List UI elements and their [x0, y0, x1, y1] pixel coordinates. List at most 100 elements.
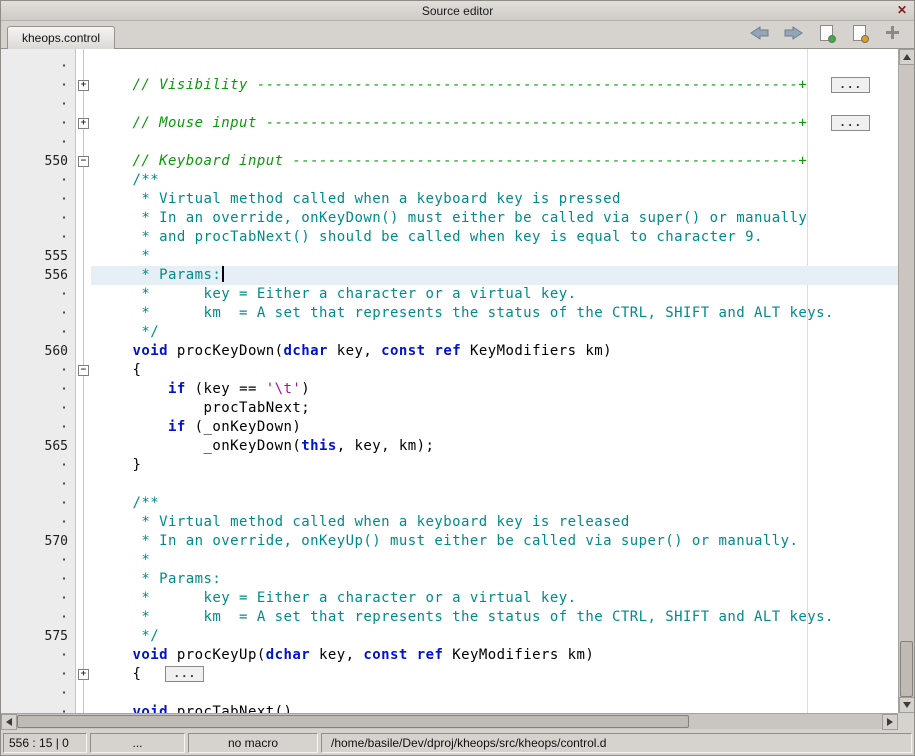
document-orange-button[interactable]: [847, 22, 871, 44]
code-line[interactable]: ·: [1, 475, 898, 494]
code-editor[interactable]: ··+ // Visibility ----------------------…: [1, 49, 898, 713]
line-marker-dot[interactable]: ·: [1, 323, 76, 342]
code-text[interactable]: * In an override, onKeyUp() must either …: [91, 532, 898, 551]
line-marker-dot[interactable]: ·: [1, 95, 76, 114]
fold-collapsed-icon[interactable]: +: [78, 80, 89, 91]
code-line[interactable]: · void procTabNext(): [1, 703, 898, 713]
code-line[interactable]: · /**: [1, 171, 898, 190]
line-marker-dot[interactable]: ·: [1, 684, 76, 703]
line-marker-dot[interactable]: ·: [1, 608, 76, 627]
code-line[interactable]: · void procKeyUp(dchar key, const ref Ke…: [1, 646, 898, 665]
code-line[interactable]: ·: [1, 95, 898, 114]
vertical-scrollbar[interactable]: [898, 49, 914, 713]
line-number[interactable]: 556: [1, 266, 76, 285]
code-line[interactable]: ·+ // Visibility -----------------------…: [1, 76, 898, 95]
code-text[interactable]: void procKeyUp(dchar key, const ref KeyM…: [91, 646, 898, 665]
code-text[interactable]: [91, 684, 898, 703]
folded-code-ellipsis[interactable]: ...: [831, 115, 870, 131]
code-line[interactable]: 560 void procKeyDown(dchar key, const re…: [1, 342, 898, 361]
code-text[interactable]: {: [91, 361, 898, 380]
code-text[interactable]: /**: [91, 171, 898, 190]
scroll-right-button[interactable]: [882, 714, 898, 730]
line-marker-dot[interactable]: ·: [1, 114, 76, 133]
line-marker-dot[interactable]: ·: [1, 551, 76, 570]
line-marker-dot[interactable]: ·: [1, 209, 76, 228]
code-line[interactable]: · * Params:: [1, 570, 898, 589]
code-text[interactable]: */: [91, 323, 898, 342]
code-line[interactable]: · */: [1, 323, 898, 342]
code-text[interactable]: void procTabNext(): [91, 703, 898, 713]
code-text[interactable]: * km = A set that represents the status …: [91, 608, 898, 627]
horizontal-scroll-thumb[interactable]: [17, 715, 689, 728]
line-marker-dot[interactable]: ·: [1, 399, 76, 418]
folded-code-ellipsis[interactable]: ...: [165, 666, 204, 682]
line-number[interactable]: 570: [1, 532, 76, 551]
code-text[interactable]: */: [91, 627, 898, 646]
code-line[interactable]: ·+ {...: [1, 665, 898, 684]
code-line[interactable]: 555 *: [1, 247, 898, 266]
code-line[interactable]: · * key = Either a character or a virtua…: [1, 285, 898, 304]
code-line[interactable]: · * km = A set that represents the statu…: [1, 304, 898, 323]
vertical-scroll-thumb[interactable]: [900, 641, 913, 697]
code-text[interactable]: procTabNext;: [91, 399, 898, 418]
code-text[interactable]: * Params:: [91, 266, 898, 285]
line-marker-dot[interactable]: ·: [1, 494, 76, 513]
code-text[interactable]: if (_onKeyDown): [91, 418, 898, 437]
code-line[interactable]: · if (_onKeyDown): [1, 418, 898, 437]
line-marker-dot[interactable]: ·: [1, 418, 76, 437]
code-line[interactable]: 575 */: [1, 627, 898, 646]
code-text[interactable]: *: [91, 551, 898, 570]
code-text[interactable]: {...: [91, 665, 898, 684]
fold-collapsed-icon[interactable]: +: [78, 669, 89, 680]
code-line[interactable]: · * km = A set that represents the statu…: [1, 608, 898, 627]
code-text[interactable]: /**: [91, 494, 898, 513]
detach-editor-button[interactable]: [880, 22, 904, 44]
code-text[interactable]: [91, 95, 898, 114]
code-text[interactable]: * Virtual method called when a keyboard …: [91, 190, 898, 209]
line-marker-dot[interactable]: ·: [1, 456, 76, 475]
code-text[interactable]: * Params:: [91, 570, 898, 589]
code-area[interactable]: ··+ // Visibility ----------------------…: [1, 49, 898, 713]
fold-expanded-icon[interactable]: −: [78, 365, 89, 376]
code-text[interactable]: * key = Either a character or a virtual …: [91, 285, 898, 304]
line-marker-dot[interactable]: ·: [1, 285, 76, 304]
fold-expanded-icon[interactable]: −: [78, 156, 89, 167]
horizontal-scrollbar[interactable]: [1, 713, 898, 729]
line-number[interactable]: 575: [1, 627, 76, 646]
line-marker-dot[interactable]: ·: [1, 570, 76, 589]
line-marker-dot[interactable]: ·: [1, 589, 76, 608]
line-number[interactable]: 550: [1, 152, 76, 171]
code-text[interactable]: * key = Either a character or a virtual …: [91, 589, 898, 608]
code-text[interactable]: [91, 133, 898, 152]
code-text[interactable]: // Visibility --------------------------…: [91, 76, 898, 95]
code-line[interactable]: · procTabNext;: [1, 399, 898, 418]
document-green-button[interactable]: [814, 22, 838, 44]
nav-back-button[interactable]: [748, 22, 772, 44]
fold-collapsed-icon[interactable]: +: [78, 118, 89, 129]
scroll-down-button[interactable]: [899, 697, 915, 713]
nav-forward-button[interactable]: [781, 22, 805, 44]
code-text[interactable]: * Virtual method called when a keyboard …: [91, 513, 898, 532]
line-marker-dot[interactable]: ·: [1, 228, 76, 247]
code-line[interactable]: · if (key == '\t'): [1, 380, 898, 399]
line-number[interactable]: 565: [1, 437, 76, 456]
tab-kheops-control[interactable]: kheops.control: [7, 26, 115, 49]
line-marker-dot[interactable]: ·: [1, 361, 76, 380]
code-text[interactable]: }: [91, 456, 898, 475]
code-line[interactable]: · * Virtual method called when a keyboar…: [1, 513, 898, 532]
code-line[interactable]: · }: [1, 456, 898, 475]
line-marker-dot[interactable]: ·: [1, 665, 76, 684]
code-line[interactable]: · *: [1, 551, 898, 570]
vertical-scroll-track[interactable]: [899, 65, 914, 697]
scroll-left-button[interactable]: [1, 714, 17, 730]
line-number[interactable]: 555: [1, 247, 76, 266]
line-marker-dot[interactable]: ·: [1, 380, 76, 399]
code-line[interactable]: ·+ // Mouse input ----------------------…: [1, 114, 898, 133]
code-line[interactable]: · * Virtual method called when a keyboar…: [1, 190, 898, 209]
line-marker-dot[interactable]: ·: [1, 76, 76, 95]
code-text[interactable]: _onKeyDown(this, key, km);: [91, 437, 898, 456]
line-number[interactable]: 560: [1, 342, 76, 361]
line-marker-dot[interactable]: ·: [1, 190, 76, 209]
code-text[interactable]: void procKeyDown(dchar key, const ref Ke…: [91, 342, 898, 361]
code-line[interactable]: · * and procTabNext() should be called w…: [1, 228, 898, 247]
